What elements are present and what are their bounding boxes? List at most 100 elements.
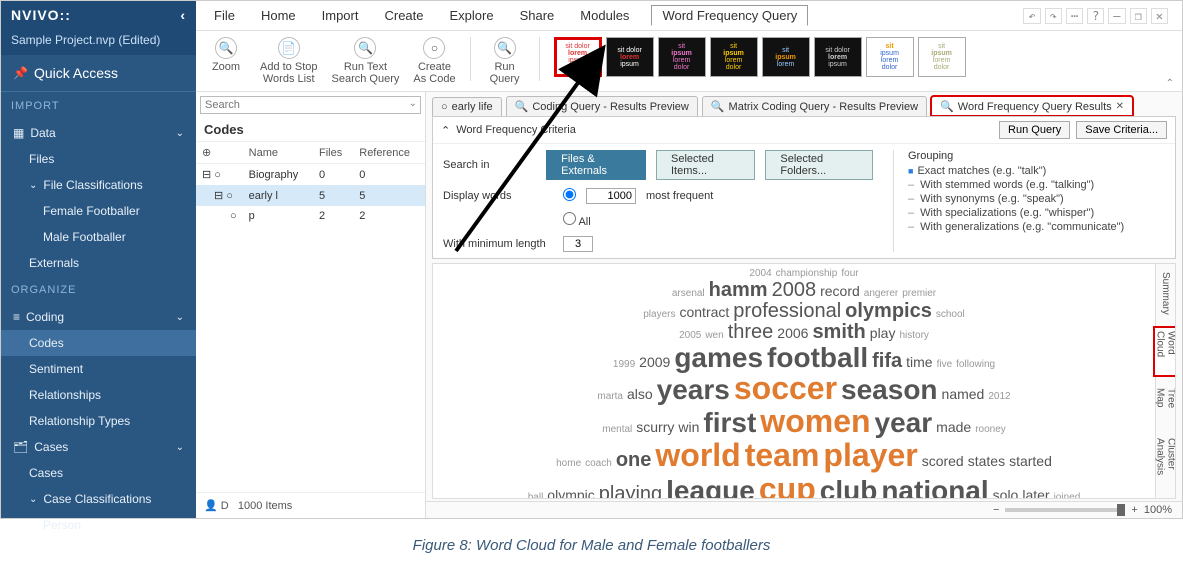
quick-access-label: Quick Access <box>34 65 118 81</box>
menu-explore[interactable]: Explore <box>446 6 498 25</box>
ribbon-run-query[interactable]: 🔍Run Query <box>485 37 525 85</box>
style-thumb-2[interactable]: sit dolorloremipsum <box>606 37 654 77</box>
style-thumb-3[interactable]: sitipsumloremdolor <box>658 37 706 77</box>
ribbon-create-as-code[interactable]: ○Create As Code <box>413 37 455 85</box>
ribbon-stop-words[interactable]: 📄Add to Stop Words List <box>260 37 318 85</box>
sidetab-summary[interactable]: Summary <box>1159 268 1172 319</box>
table-row[interactable]: ⊟ ○early l55 <box>196 185 425 206</box>
grouping-synonyms[interactable]: With synonyms (e.g. "speak") <box>908 192 1165 206</box>
close-icon[interactable]: ✕ <box>1116 101 1124 112</box>
section-organize: ORGANIZE <box>1 276 196 304</box>
btn-undo[interactable]: ↶ <box>1023 8 1040 24</box>
zoom-slider[interactable] <box>1005 508 1125 512</box>
sidebar-item-cases-list[interactable]: Cases <box>1 460 196 486</box>
style-thumbnails: sit dolorloremipsumamet sit dolorloremip… <box>554 37 966 77</box>
ribbon-zoom[interactable]: 🔍Zoom <box>206 37 246 73</box>
sidebar-item-relationship-types[interactable]: Relationship Types <box>1 408 196 434</box>
zoom-icon: 🔍 <box>215 37 237 59</box>
sidetab-tree-map[interactable]: Tree Map <box>1154 384 1177 425</box>
logo-bar: NVIVO:: ‹ <box>1 1 196 29</box>
style-thumb-7[interactable]: sitipsumloremdolor <box>866 37 914 77</box>
cases-icon: 🗂 <box>13 440 28 454</box>
quick-access[interactable]: 📌 Quick Access <box>1 55 196 92</box>
input-word-count[interactable] <box>586 188 636 204</box>
sidebar-item-female[interactable]: Female Footballer <box>1 198 196 224</box>
pill-selected-folders[interactable]: Selected Folders... <box>765 150 873 180</box>
grouping-stemmed[interactable]: With stemmed words (e.g. "talking") <box>908 178 1165 192</box>
sidebar-item-sentiment[interactable]: Sentiment <box>1 356 196 382</box>
sidebar-item-externals[interactable]: Externals <box>1 250 196 276</box>
style-thumb-6[interactable]: sit dolorloremipsum <box>814 37 862 77</box>
tab-early-life[interactable]: ○ early life <box>432 97 502 116</box>
radio-all[interactable]: All <box>563 212 591 228</box>
style-thumb-5[interactable]: sitipsumlorem <box>762 37 810 77</box>
menu-import[interactable]: Import <box>318 6 363 25</box>
sidebar-item-person[interactable]: Person <box>1 512 196 538</box>
col-reference[interactable]: Reference <box>353 142 425 164</box>
sidebar-item-case-classifications[interactable]: ⌄ Case Classifications <box>1 486 196 512</box>
menu-word-frequency-query[interactable]: Word Frequency Query <box>651 5 808 26</box>
sidebar-item-coding[interactable]: ≡ Coding ⌄ <box>1 304 196 330</box>
data-icon: ▦ <box>13 126 24 140</box>
collapse-icon[interactable]: ⌃ <box>441 124 450 137</box>
btn-max[interactable]: ❐ <box>1130 8 1147 24</box>
pill-selected-items[interactable]: Selected Items... <box>656 150 755 180</box>
chevron-down-icon: ⌄ <box>176 128 184 139</box>
menu-home[interactable]: Home <box>257 6 300 25</box>
btn-opts[interactable]: ⋯ <box>1066 8 1083 24</box>
btn-redo[interactable]: ↷ <box>1045 8 1062 24</box>
pin-icon: 📌 <box>13 66 28 80</box>
menu-bar: File Home Import Create Explore Share Mo… <box>196 1 1182 31</box>
sidebar-item-file-classifications[interactable]: ⌄ File Classifications <box>1 172 196 198</box>
grouping-exact[interactable]: Exact matches (e.g. "talk") <box>908 164 1165 178</box>
col-name[interactable]: Name <box>243 142 313 164</box>
sidebar-item-data[interactable]: ▦ Data ⌄ <box>1 120 196 146</box>
sidetab-word-cloud[interactable]: Word Cloud <box>1154 327 1177 377</box>
ribbon-run-text-search[interactable]: 🔍Run Text Search Query <box>332 37 400 85</box>
zoom-in-icon[interactable]: + <box>1131 504 1137 516</box>
style-thumb-1[interactable]: sit dolorloremipsumamet <box>554 37 602 77</box>
sidebar-item-relationships[interactable]: Relationships <box>1 382 196 408</box>
tab-coding-query-results[interactable]: 🔍 Coding Query - Results Preview <box>506 96 698 116</box>
radio-most-frequent[interactable] <box>563 188 576 204</box>
input-min-length[interactable] <box>563 236 593 252</box>
content-tabs: ○ early life 🔍 Coding Query - Results Pr… <box>426 92 1182 116</box>
sidetab-cluster-analysis[interactable]: Cluster Analysis <box>1154 434 1177 498</box>
chevron-down-icon: ⌄ <box>176 442 184 453</box>
sidebar-item-male[interactable]: Male Footballer <box>1 224 196 250</box>
tab-matrix-coding-results[interactable]: 🔍 Matrix Coding Query - Results Preview <box>702 96 927 116</box>
ribbon-collapse-icon[interactable]: ⌃ <box>1166 78 1174 89</box>
pill-files-externals[interactable]: Files & Externals <box>546 150 646 180</box>
chevron-down-icon: ⌄ <box>29 494 37 505</box>
btn-help[interactable]: ? <box>1087 8 1104 24</box>
grouping-generalizations[interactable]: With generalizations (e.g. "communicate"… <box>908 220 1165 234</box>
style-thumb-4[interactable]: sitipsumloremdolor <box>710 37 758 77</box>
table-row[interactable]: ⊟ ○Biography00 <box>196 164 425 186</box>
ribbon: 🔍Zoom 📄Add to Stop Words List 🔍Run Text … <box>196 31 1182 92</box>
menu-modules[interactable]: Modules <box>576 6 633 25</box>
sidebar-item-codes[interactable]: Codes <box>1 330 196 356</box>
save-criteria-button[interactable]: Save Criteria... <box>1076 121 1167 139</box>
status-bar: − + 100% <box>426 501 1182 518</box>
menu-create[interactable]: Create <box>380 6 427 25</box>
grouping-specializations[interactable]: With specializations (e.g. "whisper") <box>908 206 1165 220</box>
textsearch-icon: 🔍 <box>354 37 376 59</box>
btn-close[interactable]: ✕ <box>1151 8 1168 24</box>
sidebar-item-cases[interactable]: 🗂 Cases ⌄ <box>1 434 196 460</box>
sidebar-item-files[interactable]: Files <box>1 146 196 172</box>
btn-min[interactable]: — <box>1108 8 1125 24</box>
menu-share[interactable]: Share <box>516 6 559 25</box>
project-name: Sample Project.nvp (Edited) <box>1 29 196 55</box>
style-thumb-8[interactable]: sitipsumloremdolor <box>918 37 966 77</box>
table-row[interactable]: ○p22 <box>196 206 425 226</box>
codes-table: ⊕ Name Files Reference ⊟ ○Biography00 ⊟ … <box>196 142 425 226</box>
menu-file[interactable]: File <box>210 6 239 25</box>
zoom-out-icon[interactable]: − <box>993 504 999 516</box>
run-query-button[interactable]: Run Query <box>999 121 1070 139</box>
createcode-icon: ○ <box>423 37 445 59</box>
collapse-icon[interactable]: ‹ <box>180 7 186 23</box>
section-import: IMPORT <box>1 92 196 120</box>
tab-word-frequency-results[interactable]: 🔍 Word Frequency Query Results✕ <box>931 96 1133 116</box>
codes-search-input[interactable] <box>200 96 421 114</box>
col-files[interactable]: Files <box>313 142 353 164</box>
